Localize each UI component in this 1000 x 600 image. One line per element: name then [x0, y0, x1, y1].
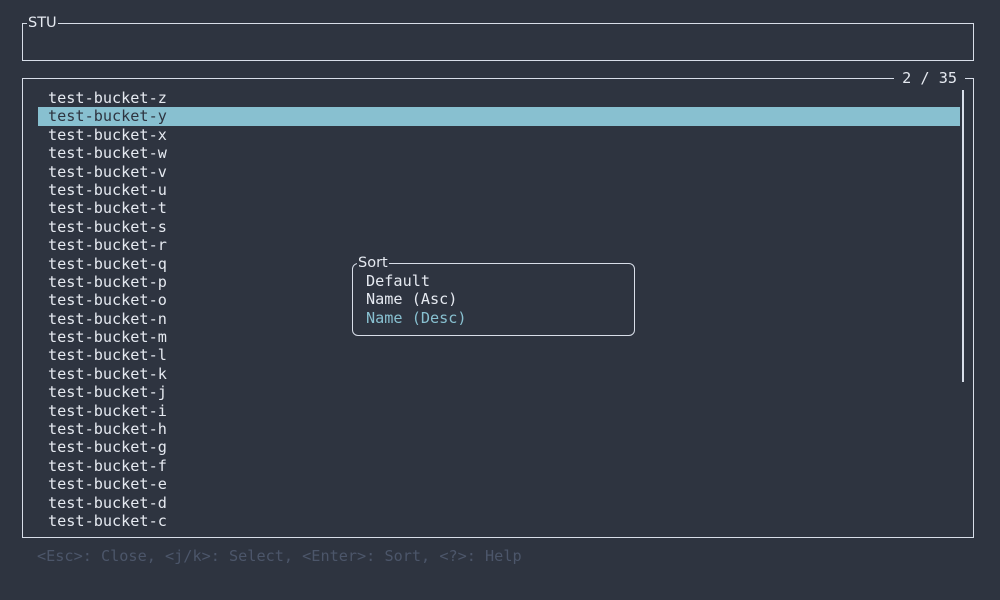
bucket-list-item[interactable]: test-bucket-k	[38, 365, 960, 383]
bucket-list-item[interactable]: test-bucket-r	[38, 236, 960, 254]
bucket-list-item[interactable]: test-bucket-g	[38, 438, 960, 456]
bucket-list-item[interactable]: test-bucket-w	[38, 144, 960, 162]
bucket-list-item[interactable]: test-bucket-s	[38, 218, 960, 236]
bucket-list-item[interactable]: test-bucket-i	[38, 402, 960, 420]
bucket-list-item[interactable]: test-bucket-f	[38, 457, 960, 475]
sort-dialog-title: Sort	[357, 254, 389, 272]
bucket-list-item[interactable]: test-bucket-v	[38, 163, 960, 181]
bucket-list-item[interactable]: test-bucket-j	[38, 383, 960, 401]
bucket-list-item[interactable]: test-bucket-t	[38, 199, 960, 217]
bucket-list-item[interactable]: test-bucket-d	[38, 494, 960, 512]
app-title: STU	[27, 14, 58, 32]
bucket-list-item[interactable]: test-bucket-x	[38, 126, 960, 144]
bucket-list-item[interactable]: test-bucket-l	[38, 346, 960, 364]
key-help-bar: <Esc>: Close, <j/k>: Select, <Enter>: So…	[37, 547, 522, 565]
bucket-list-item[interactable]: test-bucket-c	[38, 512, 960, 530]
list-scrollbar[interactable]	[962, 90, 964, 382]
bucket-list-item[interactable]: test-bucket-e	[38, 475, 960, 493]
header-panel: STU	[22, 14, 974, 61]
sort-options-list: Default Name (Asc) Name (Desc)	[366, 272, 467, 327]
bucket-list-item[interactable]: test-bucket-h	[38, 420, 960, 438]
sort-option-name-asc[interactable]: Name (Asc)	[366, 290, 467, 308]
bucket-list-item-selected[interactable]: test-bucket-y	[38, 107, 960, 126]
list-position-counter: 2 / 35	[894, 69, 965, 87]
sort-option-name-desc[interactable]: Name (Desc)	[366, 309, 467, 327]
bucket-list-item[interactable]: test-bucket-z	[38, 89, 960, 107]
sort-dialog: Sort Default Name (Asc) Name (Desc)	[352, 254, 635, 336]
bucket-list-item[interactable]: test-bucket-u	[38, 181, 960, 199]
sort-option-default[interactable]: Default	[366, 272, 467, 290]
